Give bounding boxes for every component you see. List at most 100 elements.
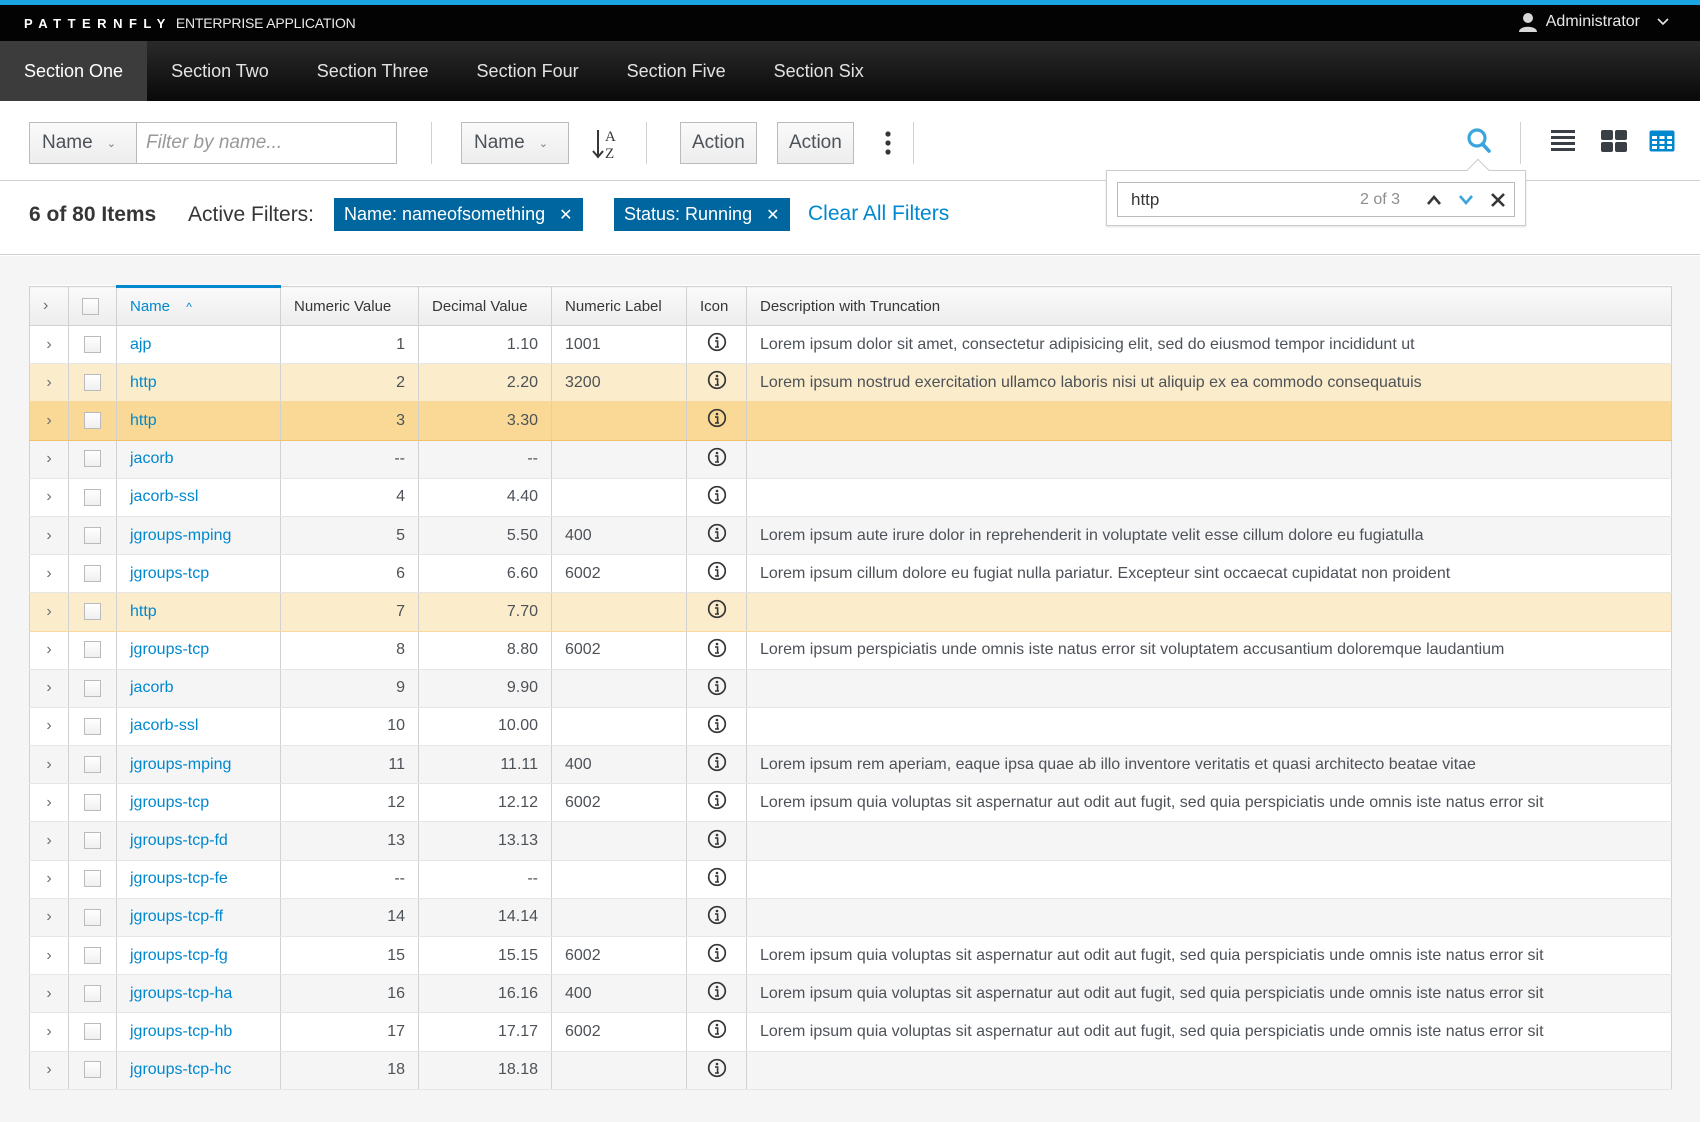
row-name-link[interactable]: jgroups-tcp [130, 641, 209, 658]
nav-item-section-one[interactable]: Section One [0, 41, 148, 101]
info-icon[interactable] [707, 1058, 727, 1083]
table-row[interactable]: › jgroups-tcp-hc 18 18.18 [29, 1050, 1672, 1090]
select-all-checkbox[interactable] [82, 297, 99, 315]
row-checkbox[interactable] [84, 908, 101, 926]
row-expand-toggle[interactable]: › [29, 1012, 69, 1052]
row-checkbox[interactable] [84, 488, 101, 506]
user-menu[interactable]: Administrator [1518, 12, 1670, 32]
column-header-decimal-value[interactable]: Decimal Value [418, 286, 552, 326]
row-expand-toggle[interactable]: › [29, 859, 69, 899]
row-checkbox[interactable] [84, 374, 101, 392]
row-checkbox[interactable] [84, 755, 101, 773]
column-header-numeric-value[interactable]: Numeric Value [280, 286, 419, 326]
row-checkbox[interactable] [84, 870, 101, 888]
info-icon[interactable] [707, 790, 727, 815]
row-name-link[interactable]: jgroups-tcp [130, 565, 209, 582]
row-checkbox[interactable] [84, 1023, 101, 1041]
row-expand-toggle[interactable]: › [29, 1050, 69, 1090]
row-name-link[interactable]: jgroups-tcp-fe [130, 870, 228, 887]
row-checkbox[interactable] [84, 603, 101, 621]
row-name-link[interactable]: jacorb-ssl [130, 488, 198, 505]
row-expand-toggle[interactable]: › [29, 363, 69, 403]
row-name-link[interactable]: jgroups-tcp-fd [130, 832, 228, 849]
table-row[interactable]: › jacorb -- -- [29, 439, 1672, 479]
row-name-link[interactable]: jacorb-ssl [130, 717, 198, 734]
clear-all-filters-link[interactable]: Clear All Filters [808, 202, 949, 226]
row-name-link[interactable]: jgroups-mping [130, 756, 231, 773]
table-row[interactable]: › jgroups-tcp-ha 16 16.16 400 Lorem ipsum qui… [29, 974, 1672, 1014]
row-expand-toggle[interactable]: › [29, 897, 69, 938]
info-icon[interactable] [707, 523, 727, 548]
row-expand-toggle[interactable]: › [29, 821, 69, 861]
info-icon[interactable] [707, 332, 727, 357]
row-expand-toggle[interactable]: › [29, 668, 69, 708]
find-close-button[interactable] [1482, 184, 1514, 216]
table-row[interactable]: › jgroups-tcp-fg 15 15.15 6002 Lorem ipsum qu… [29, 935, 1672, 976]
table-row[interactable]: › http 2 2.20 3200 Lorem ipsum nostrud exerci… [29, 363, 1672, 403]
card-view-icon[interactable] [1601, 130, 1627, 157]
row-expand-toggle[interactable]: › [29, 477, 69, 517]
action-button-1[interactable]: Action [680, 122, 757, 164]
info-icon[interactable] [707, 599, 727, 624]
row-expand-toggle[interactable]: › [29, 974, 69, 1014]
info-icon[interactable] [707, 561, 727, 586]
table-row[interactable]: › jgroups-tcp 8 8.80 6002 Lorem ipsum perspic… [29, 630, 1672, 670]
row-name-link[interactable]: jgroups-tcp-fg [130, 947, 228, 964]
row-name-link[interactable]: jgroups-tcp [130, 794, 209, 811]
find-previous-button[interactable] [1418, 184, 1450, 216]
info-icon[interactable] [707, 370, 727, 395]
nav-item-section-three[interactable]: Section Three [293, 41, 453, 101]
row-expand-toggle[interactable]: › [29, 401, 69, 441]
table-row[interactable]: › http 3 3.30 [29, 401, 1672, 441]
table-row[interactable]: › ajp 1 1.10 1001 Lorem ipsum dolor sit amet,… [29, 324, 1672, 365]
row-checkbox[interactable] [84, 526, 101, 544]
row-checkbox[interactable] [84, 794, 101, 812]
info-icon[interactable] [707, 408, 727, 433]
table-view-icon[interactable] [1649, 130, 1675, 157]
row-name-link[interactable]: jgroups-mping [130, 527, 231, 544]
info-icon[interactable] [707, 829, 727, 854]
table-row[interactable]: › jgroups-mping 11 11.11 400 Lorem ipsum rem … [29, 745, 1672, 785]
row-expand-toggle[interactable]: › [29, 935, 69, 976]
select-all-header[interactable] [68, 286, 117, 326]
row-expand-toggle[interactable]: › [29, 592, 69, 632]
row-name-link[interactable]: jgroups-tcp-hb [130, 1023, 232, 1040]
table-row[interactable]: › jgroups-tcp 12 12.12 6002 Lorem ipsum quia … [29, 783, 1672, 823]
row-name-link[interactable]: http [130, 374, 157, 391]
info-icon[interactable] [707, 1019, 727, 1044]
info-icon[interactable] [707, 447, 727, 472]
sort-field-select[interactable]: Name ⌄ [461, 122, 569, 164]
sort-alpha-asc-icon[interactable]: A Z [590, 126, 622, 162]
row-checkbox[interactable] [84, 450, 101, 468]
info-icon[interactable] [707, 638, 727, 663]
info-icon[interactable] [707, 485, 727, 510]
row-checkbox[interactable] [84, 412, 101, 430]
row-checkbox[interactable] [84, 564, 101, 582]
row-name-link[interactable]: ajp [130, 336, 151, 353]
column-header-numeric-label[interactable]: Numeric Label [551, 286, 687, 326]
row-checkbox[interactable] [84, 985, 101, 1003]
row-checkbox[interactable] [84, 832, 101, 850]
row-expand-toggle[interactable]: › [29, 439, 69, 479]
row-name-link[interactable]: jacorb [130, 450, 174, 467]
expand-all-header[interactable]: › [29, 286, 69, 326]
row-checkbox[interactable] [84, 335, 101, 353]
row-expand-toggle[interactable]: › [29, 745, 69, 785]
table-row[interactable]: › jgroups-tcp-fe -- -- [29, 859, 1672, 899]
row-checkbox[interactable] [84, 717, 101, 735]
table-row[interactable]: › jgroups-tcp-hb 17 17.17 6002 Lorem ipsum qu… [29, 1012, 1672, 1052]
info-icon[interactable] [707, 905, 727, 930]
row-expand-toggle[interactable]: › [29, 554, 69, 594]
row-name-link[interactable]: http [130, 412, 157, 429]
column-header-name[interactable]: Name ^ [116, 285, 281, 326]
list-view-icon[interactable] [1551, 130, 1575, 157]
row-checkbox[interactable] [84, 641, 101, 659]
info-icon[interactable] [707, 714, 727, 739]
table-row[interactable]: › jgroups-tcp-ff 14 14.14 [29, 897, 1672, 938]
action-button-2[interactable]: Action [777, 122, 854, 164]
nav-item-section-four[interactable]: Section Four [453, 41, 603, 101]
close-icon[interactable]: ✕ [559, 205, 572, 225]
filter-input[interactable]: Filter by name... [136, 122, 397, 164]
row-expand-toggle[interactable]: › [29, 324, 69, 365]
row-name-link[interactable]: jacorb [130, 679, 174, 696]
